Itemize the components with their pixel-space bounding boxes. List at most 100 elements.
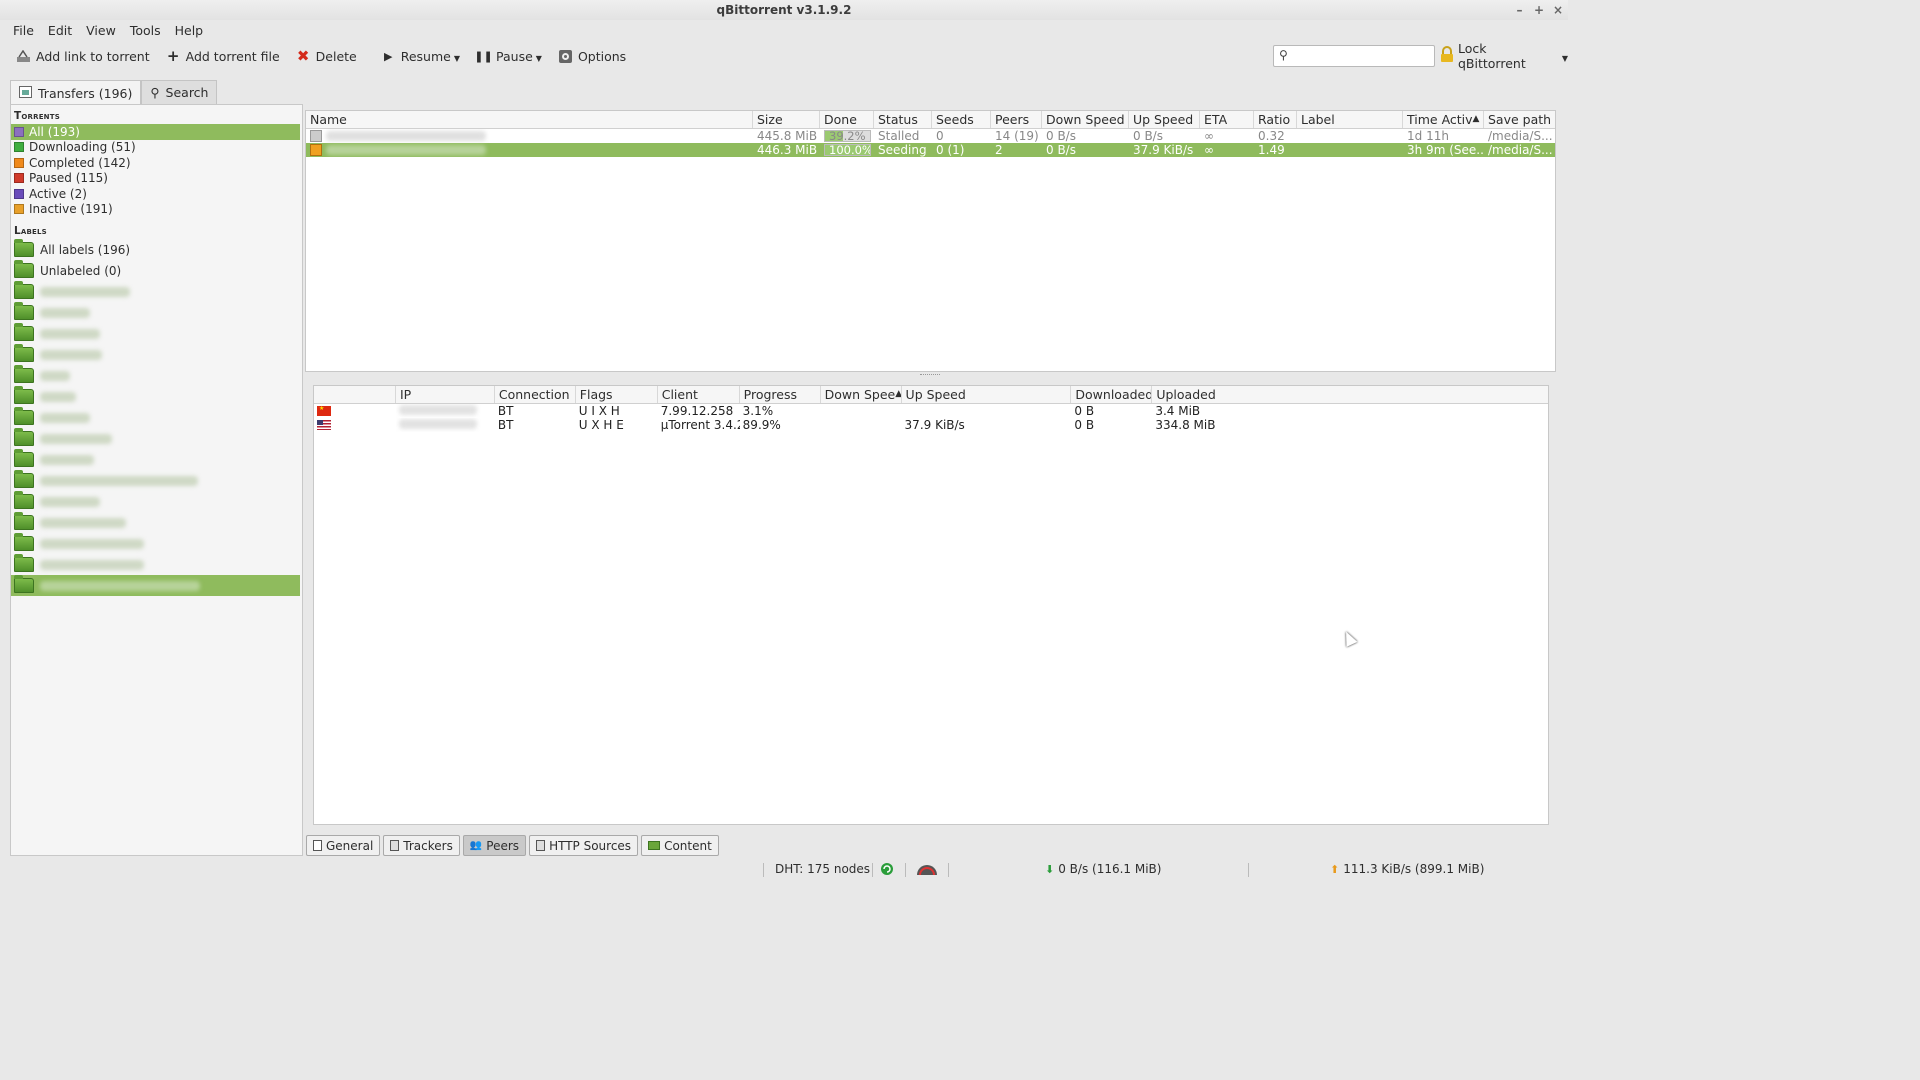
- tab-peers[interactable]: 👥 Peers: [462, 835, 527, 856]
- folder-icon: [14, 407, 34, 425]
- table-row[interactable]: ★ BT U I X H 7.99.12.258 3.1% 0 B 3.4 Mi…: [314, 404, 1548, 418]
- delete-button[interactable]: ✖ Delete: [288, 44, 365, 68]
- folder-icon: [14, 575, 34, 593]
- menu-view[interactable]: View: [79, 23, 123, 38]
- folder-icon: [14, 323, 34, 341]
- sort-ascending-icon: ▲: [1472, 114, 1480, 124]
- column-flags[interactable]: Flags: [576, 386, 658, 403]
- column-peers[interactable]: Peers: [991, 111, 1042, 128]
- speed-limit-icon[interactable]: [915, 862, 939, 876]
- column-client[interactable]: Client: [658, 386, 740, 403]
- labels-section-title: Labels: [14, 225, 47, 237]
- label-item[interactable]: [11, 323, 302, 344]
- label-item[interactable]: [11, 344, 302, 365]
- folder-icon: [14, 260, 34, 278]
- tab-trackers[interactable]: Trackers: [383, 835, 460, 856]
- column-save-path[interactable]: Save path: [1484, 111, 1555, 128]
- menu-tools[interactable]: Tools: [123, 23, 168, 38]
- status-bar: DHT: 175 nodes ⬇ 0 B/s (116.1 MiB) ⬆ 111…: [0, 860, 1568, 880]
- peer-ip: [396, 404, 495, 418]
- label-item[interactable]: [11, 365, 302, 386]
- column-eta[interactable]: ETA: [1200, 111, 1254, 128]
- dropdown-arrow-icon[interactable]: ▼: [454, 54, 460, 63]
- column-status[interactable]: Status: [874, 111, 932, 128]
- search-input[interactable]: ⚲: [1273, 45, 1435, 67]
- folder-icon: [14, 239, 34, 257]
- tab-http-sources[interactable]: HTTP Sources: [529, 835, 639, 856]
- filter-paused[interactable]: Paused (115): [11, 171, 302, 187]
- tab-transfers[interactable]: Transfers (196): [10, 80, 142, 105]
- column-up-speed[interactable]: Up Speed: [1129, 111, 1200, 128]
- filter-active[interactable]: Active (2): [11, 186, 302, 202]
- label-item-selected[interactable]: [11, 575, 300, 596]
- filter-all[interactable]: All (193): [11, 124, 300, 140]
- label-item[interactable]: [11, 302, 302, 323]
- menu-edit[interactable]: Edit: [41, 23, 79, 38]
- label-item[interactable]: [11, 449, 302, 470]
- paused-icon: [14, 173, 24, 184]
- folder-icon: [14, 512, 34, 530]
- connection-status-icon[interactable]: [880, 862, 894, 876]
- filter-completed[interactable]: Completed (142): [11, 155, 302, 171]
- label-item[interactable]: [11, 554, 302, 575]
- tab-general[interactable]: General: [306, 835, 381, 856]
- options-button[interactable]: Options: [550, 44, 634, 68]
- column-progress[interactable]: Progress: [740, 386, 821, 403]
- tab-search[interactable]: ⚲ Search: [141, 80, 218, 104]
- label-item[interactable]: [11, 281, 302, 302]
- column-down-speed[interactable]: Down Spee ▲: [821, 386, 902, 403]
- minimize-icon[interactable]: –: [1515, 0, 1524, 20]
- delete-icon: ✖: [296, 47, 310, 65]
- filter-downloading[interactable]: Downloading (51): [11, 140, 302, 156]
- tab-content[interactable]: Content: [641, 835, 719, 856]
- dropdown-arrow-icon[interactable]: ▼: [1562, 54, 1568, 63]
- splitter-handle[interactable]: [920, 374, 940, 377]
- column-ratio[interactable]: Ratio: [1254, 111, 1297, 128]
- label-unlabeled[interactable]: Unlabeled (0): [11, 260, 302, 281]
- column-downloaded[interactable]: Downloaded: [1071, 386, 1153, 403]
- table-row[interactable]: 445.8 MiB 39.2% Stalled 0 14 (19) 0 B/s …: [306, 129, 1555, 143]
- column-country[interactable]: [314, 386, 396, 403]
- maximize-icon[interactable]: +: [1534, 0, 1544, 20]
- transfer-list-header: Name Size Done Status Seeds Peers Down S…: [306, 111, 1555, 129]
- transfer-list[interactable]: Name Size Done Status Seeds Peers Down S…: [305, 110, 1556, 372]
- column-name[interactable]: Name: [306, 111, 753, 128]
- label-item[interactable]: [11, 386, 302, 407]
- add-file-button[interactable]: + Add torrent file: [158, 44, 288, 68]
- add-link-button[interactable]: Add link to torrent: [8, 44, 158, 68]
- label-item[interactable]: [11, 491, 302, 512]
- settings-icon: [558, 49, 573, 64]
- column-size[interactable]: Size: [753, 111, 820, 128]
- column-done[interactable]: Done: [820, 111, 874, 128]
- label-item[interactable]: [11, 533, 302, 554]
- column-down-speed[interactable]: Down Speed: [1042, 111, 1129, 128]
- lock-button[interactable]: Lock qBittorrent ▼: [1440, 41, 1568, 71]
- label-item[interactable]: [11, 428, 302, 449]
- upload-status-icon: [310, 144, 322, 156]
- column-up-speed[interactable]: Up Speed: [902, 386, 1072, 403]
- title-bar: qBittorrent v3.1.9.2 – + ×: [0, 0, 1568, 20]
- label-item[interactable]: [11, 512, 302, 533]
- column-time-active[interactable]: Time Activ ▲: [1403, 111, 1484, 128]
- menu-help[interactable]: Help: [168, 23, 211, 38]
- menu-file[interactable]: File: [6, 23, 41, 38]
- resume-button[interactable]: ▶ Resume ▼: [373, 44, 468, 68]
- filter-inactive[interactable]: Inactive (191): [11, 202, 302, 218]
- table-row-selected[interactable]: 446.3 MiB 100.0% Seeding 0 (1) 2 0 B/s 3…: [306, 143, 1555, 157]
- column-uploaded[interactable]: Uploaded: [1152, 386, 1548, 403]
- column-label[interactable]: Label: [1297, 111, 1403, 128]
- search-icon: ⚲: [1279, 48, 1288, 62]
- table-row[interactable]: BT U X H E µTorrent 3.4.2 89.9% 37.9 KiB…: [314, 418, 1548, 432]
- lock-icon: [1440, 46, 1454, 66]
- column-ip[interactable]: IP: [396, 386, 495, 403]
- pause-button[interactable]: ❚❚ Pause ▼: [468, 44, 550, 68]
- column-seeds[interactable]: Seeds: [932, 111, 991, 128]
- dropdown-arrow-icon[interactable]: ▼: [536, 54, 542, 63]
- link-icon: [16, 49, 31, 64]
- label-all[interactable]: All labels (196): [11, 239, 302, 260]
- label-item[interactable]: [11, 470, 302, 491]
- close-icon[interactable]: ×: [1553, 0, 1563, 20]
- peer-list[interactable]: IP Connection Flags Client Progress Down…: [313, 385, 1549, 825]
- label-item[interactable]: [11, 407, 302, 428]
- column-connection[interactable]: Connection: [495, 386, 576, 403]
